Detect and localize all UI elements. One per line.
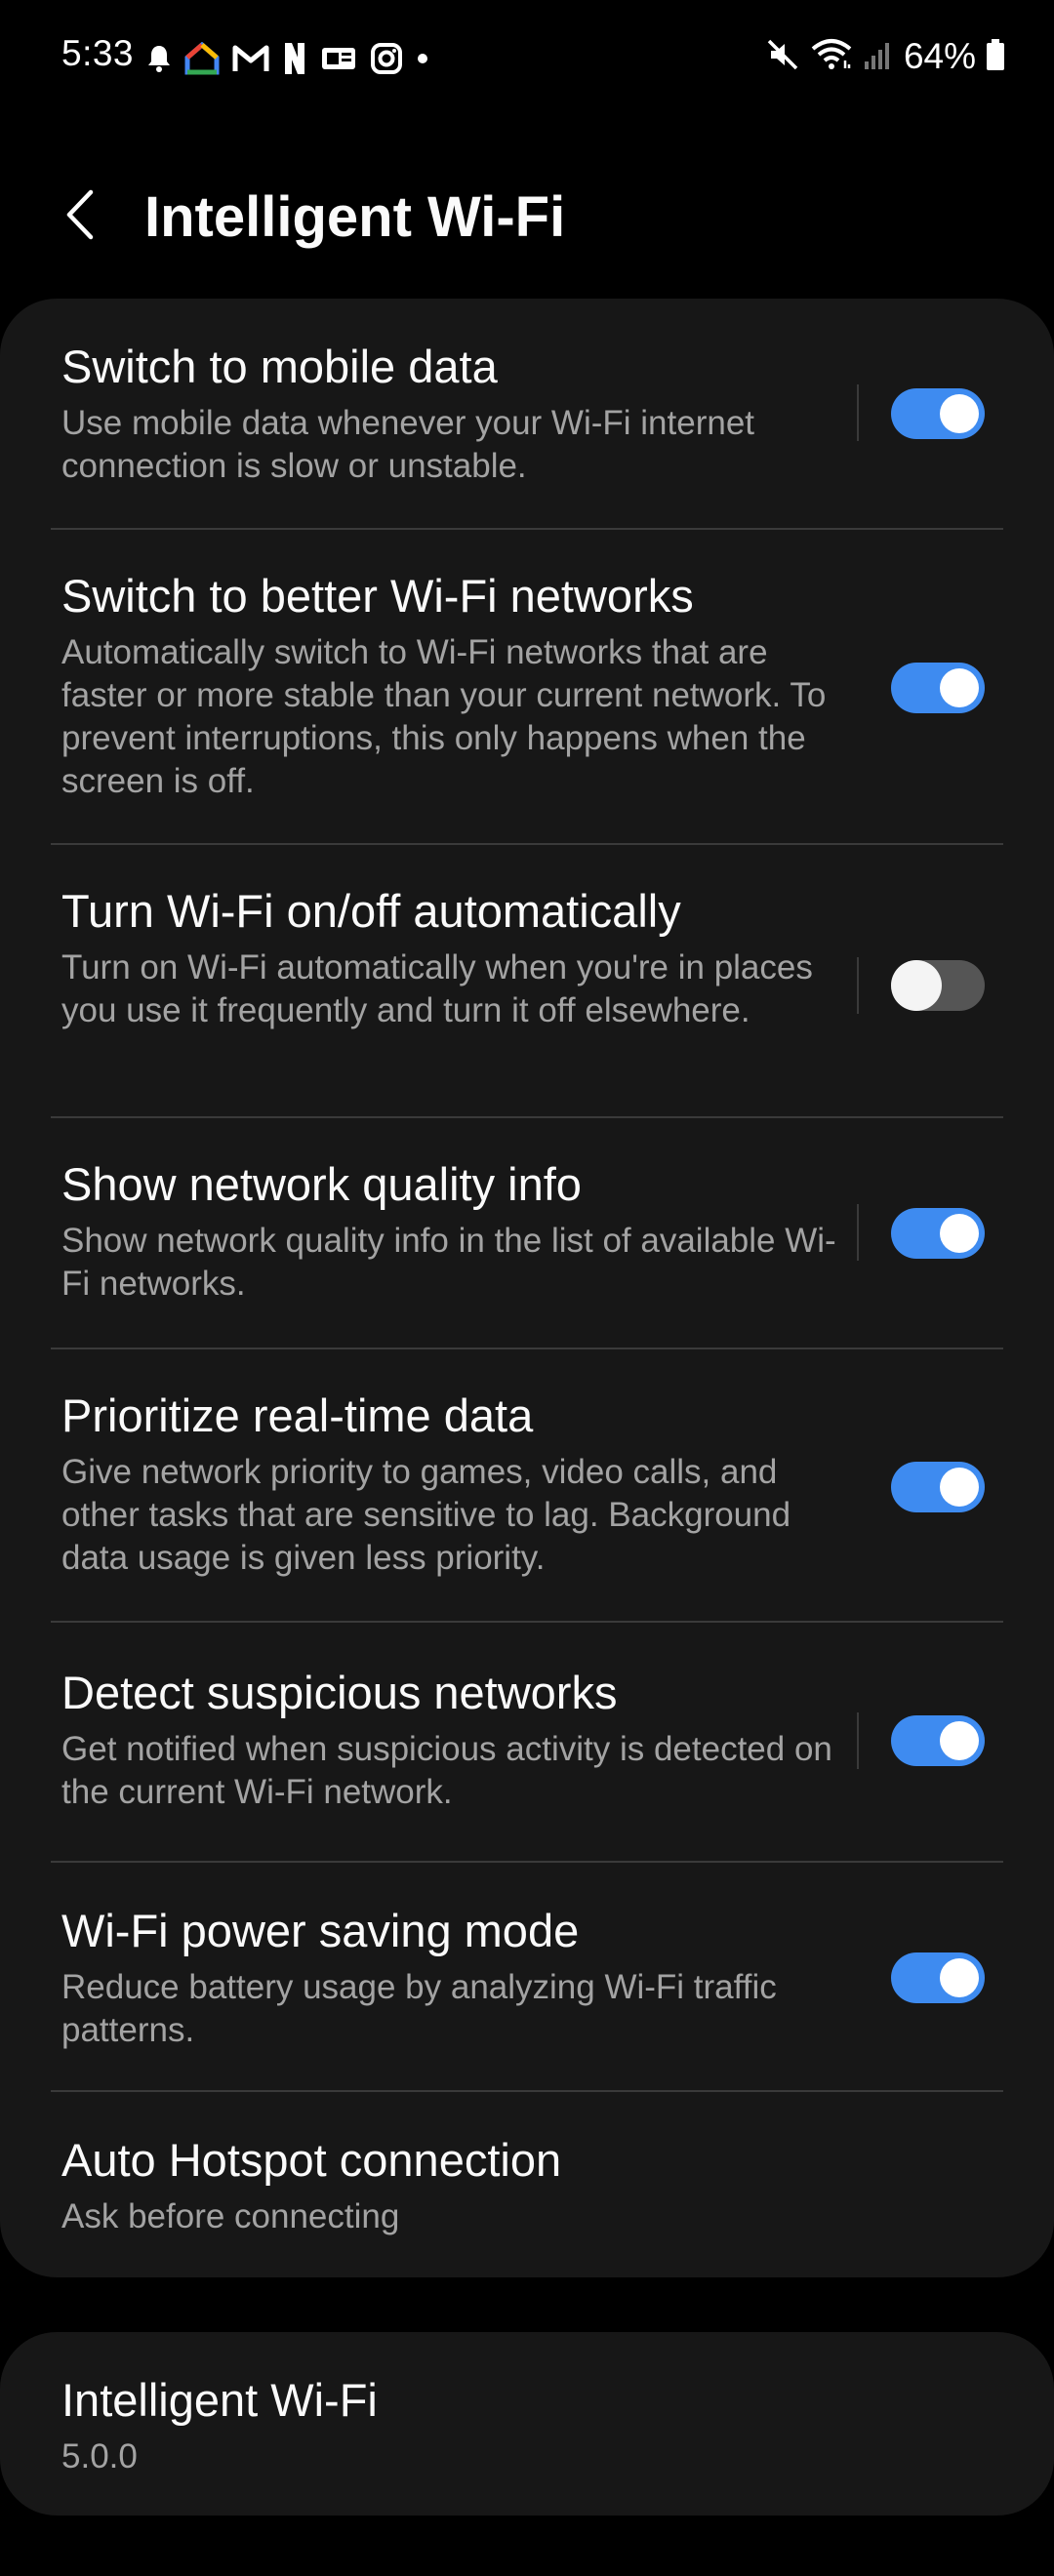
toggle-switch-to-mobile-data[interactable]	[891, 388, 985, 439]
divider	[857, 1204, 859, 1261]
setting-row-switch-to-mobile-data[interactable]: Switch to mobile data Use mobile data wh…	[0, 299, 1054, 529]
google-home-icon	[184, 42, 220, 75]
status-time: 5:33	[61, 33, 135, 73]
setting-row-show-network-quality[interactable]: Show network quality info Show network q…	[0, 1118, 1054, 1348]
about-title: Intelligent Wi-Fi	[61, 2374, 378, 2426]
toggle-show-network-quality[interactable]	[891, 1208, 985, 1259]
battery-icon	[986, 38, 1005, 76]
setting-description: Get notified when suspicious activity is…	[61, 1730, 832, 1811]
setting-description: Turn on Wi-Fi automatically when you're …	[61, 948, 813, 1029]
toggle-detect-suspicious-networks[interactable]	[891, 1715, 985, 1766]
setting-description: Give network priority to games, video ca…	[61, 1453, 791, 1577]
setting-title: Turn Wi-Fi on/off automatically	[61, 885, 681, 937]
wifi-icon	[810, 37, 853, 77]
status-bar: 5:33 64%	[0, 0, 1054, 115]
toggle-knob	[940, 1721, 979, 1760]
divider	[857, 384, 859, 441]
back-button[interactable]	[49, 185, 111, 248]
mute-icon	[765, 37, 800, 77]
dot-icon	[416, 52, 429, 65]
signal-icon	[863, 38, 894, 76]
setting-title: Auto Hotspot connection	[61, 2134, 562, 2186]
bell-icon	[146, 44, 172, 73]
battery-percent: 64%	[903, 36, 976, 76]
toggle-prioritize-real-time-data[interactable]	[891, 1462, 985, 1512]
toggle-turn-wifi-on-off[interactable]	[891, 960, 985, 1011]
toggle-switch-to-better-wifi[interactable]	[891, 663, 985, 713]
setting-title: Switch to mobile data	[61, 341, 498, 392]
toggle-wifi-power-saving[interactable]	[891, 1952, 985, 2003]
setting-title: Prioritize real-time data	[61, 1389, 534, 1441]
toggle-knob	[940, 394, 979, 433]
netflix-icon	[282, 41, 307, 76]
divider	[857, 957, 859, 1014]
toggle-knob	[940, 1958, 979, 1997]
setting-description: Show network quality info in the list of…	[61, 1222, 836, 1303]
toggle-knob	[940, 1214, 979, 1253]
setting-row-detect-suspicious-networks[interactable]: Detect suspicious networks Get notified …	[0, 1623, 1054, 1863]
toggle-knob	[891, 960, 942, 1011]
setting-title: Switch to better Wi-Fi networks	[61, 570, 694, 622]
header: Intelligent Wi-Fi	[0, 166, 1054, 273]
notification-icons	[146, 37, 429, 80]
setting-row-turn-wifi-on-off[interactable]: Turn Wi-Fi on/off automatically Turn on …	[0, 845, 1054, 1118]
toggle-knob	[940, 1468, 979, 1507]
instagram-icon	[370, 42, 403, 75]
status-right: 64%	[765, 33, 1005, 80]
setting-title: Wi-Fi power saving mode	[61, 1905, 580, 1956]
setting-row-prioritize-real-time-data[interactable]: Prioritize real-time data Give network p…	[0, 1349, 1054, 1623]
divider	[857, 1712, 859, 1769]
setting-description: Reduce battery usage by analyzing Wi-Fi …	[61, 1968, 777, 2049]
toggle-knob	[940, 668, 979, 707]
setting-description: Automatically switch to Wi-Fi networks t…	[61, 633, 827, 800]
setting-description: Use mobile data whenever your Wi-Fi inte…	[61, 404, 755, 485]
setting-row-switch-to-better-wifi[interactable]: Switch to better Wi-Fi networks Automati…	[0, 530, 1054, 844]
gmail-icon	[232, 44, 269, 73]
about-version: 5.0.0	[61, 2437, 138, 2475]
setting-row-auto-hotspot[interactable]: Auto Hotspot connection Ask before conne…	[0, 2092, 1054, 2277]
page-title: Intelligent Wi-Fi	[144, 185, 566, 249]
setting-title: Show network quality info	[61, 1158, 582, 1210]
settings-card: Switch to mobile data Use mobile data wh…	[0, 299, 1054, 2277]
chevron-left-icon	[63, 188, 97, 246]
setting-value: Ask before connecting	[61, 2197, 400, 2235]
setting-title: Detect suspicious networks	[61, 1667, 618, 1718]
news-icon	[320, 44, 357, 73]
setting-row-wifi-power-saving[interactable]: Wi-Fi power saving mode Reduce battery u…	[0, 1863, 1054, 2091]
about-card[interactable]: Intelligent Wi-Fi 5.0.0	[0, 2332, 1054, 2516]
